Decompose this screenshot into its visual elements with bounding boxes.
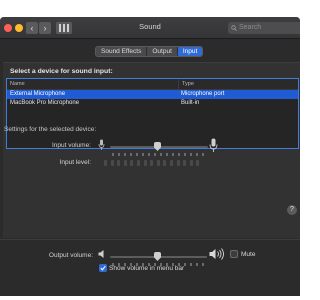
sound-preferences-window: ‹ › Sound Search Sound Effects Output In… — [0, 17, 300, 296]
microphone-low-icon — [98, 139, 105, 150]
input-volume-ticks — [112, 153, 204, 156]
level-segment — [104, 160, 107, 166]
slider-tick — [184, 263, 186, 266]
input-level-label: Input level: — [59, 159, 91, 166]
slider-tick — [190, 263, 192, 266]
level-segment — [156, 160, 160, 166]
tab-bar: Sound Effects Output Input — [95, 46, 204, 57]
level-segment — [183, 160, 187, 166]
slider-tick — [154, 153, 156, 156]
help-button[interactable]: ? — [287, 205, 297, 215]
search-placeholder: Search — [239, 24, 262, 31]
search-field[interactable]: Search — [228, 22, 300, 34]
slider-tick — [196, 153, 198, 156]
slider-tick — [148, 153, 150, 156]
show-volume-label[interactable]: Show volume in menu bar — [109, 265, 184, 272]
slider-tick — [118, 153, 120, 156]
slider-tick — [142, 153, 144, 156]
device-name: External Microphone — [10, 91, 66, 97]
input-volume-label: Input volume: — [51, 142, 91, 149]
slider-tick — [136, 153, 138, 156]
device-name: MacBook Pro Microphone — [10, 100, 80, 106]
settings-label: Settings for the selected device: — [4, 126, 97, 133]
column-header-type[interactable]: Type — [178, 79, 298, 89]
search-icon — [231, 25, 237, 31]
table-row[interactable]: MacBook Pro Microphone Built-in — [7, 99, 298, 108]
device-type: Built-in — [181, 100, 200, 106]
level-segment — [110, 160, 114, 166]
level-segment — [130, 160, 134, 166]
slider-tick — [172, 153, 174, 156]
checkmark-icon — [100, 265, 106, 271]
slider-tick — [178, 153, 180, 156]
mute-checkbox[interactable] — [230, 250, 238, 258]
table-row[interactable]: External Microphone Microphone port — [7, 90, 298, 99]
level-segment — [143, 160, 147, 166]
tab-output[interactable]: Output — [147, 47, 178, 56]
level-segment — [123, 160, 127, 166]
output-volume-label: Output volume: — [48, 252, 93, 259]
tab-sound-effects[interactable]: Sound Effects — [96, 47, 148, 56]
title-bar: ‹ › Sound Search — [0, 17, 300, 39]
slider-tick — [202, 263, 204, 266]
slider-tick — [190, 153, 192, 156]
level-segment — [150, 160, 154, 166]
slider-tick — [202, 153, 204, 156]
speaker-high-icon — [209, 248, 224, 260]
level-segment — [136, 160, 140, 166]
input-device-table[interactable]: Name Type External Microphone Microphone… — [6, 78, 299, 149]
level-segment — [117, 160, 121, 166]
slider-tick — [112, 153, 114, 156]
microphone-high-icon — [209, 138, 218, 152]
show-volume-checkbox[interactable] — [99, 264, 107, 272]
input-panel: Select a device for sound input: Name Ty… — [3, 62, 300, 238]
speaker-low-icon — [98, 250, 104, 258]
slider-tick — [130, 153, 132, 156]
device-section-heading: Select a device for sound input: — [10, 68, 113, 75]
level-segment — [176, 160, 180, 166]
slider-tick — [196, 263, 198, 266]
level-segment — [163, 160, 167, 166]
slider-tick — [160, 153, 162, 156]
table-header: Name Type — [7, 79, 298, 90]
column-header-name[interactable]: Name — [7, 79, 178, 89]
tab-input[interactable]: Input — [177, 47, 203, 56]
slider-tick — [184, 153, 186, 156]
device-type: Microphone port — [181, 91, 225, 97]
slider-tick — [166, 153, 168, 156]
level-segment — [196, 160, 200, 166]
level-segment — [169, 160, 173, 166]
level-segment — [189, 160, 193, 166]
slider-tick — [124, 153, 126, 156]
mute-label[interactable]: Mute — [241, 251, 255, 258]
input-level-meter — [104, 160, 200, 166]
